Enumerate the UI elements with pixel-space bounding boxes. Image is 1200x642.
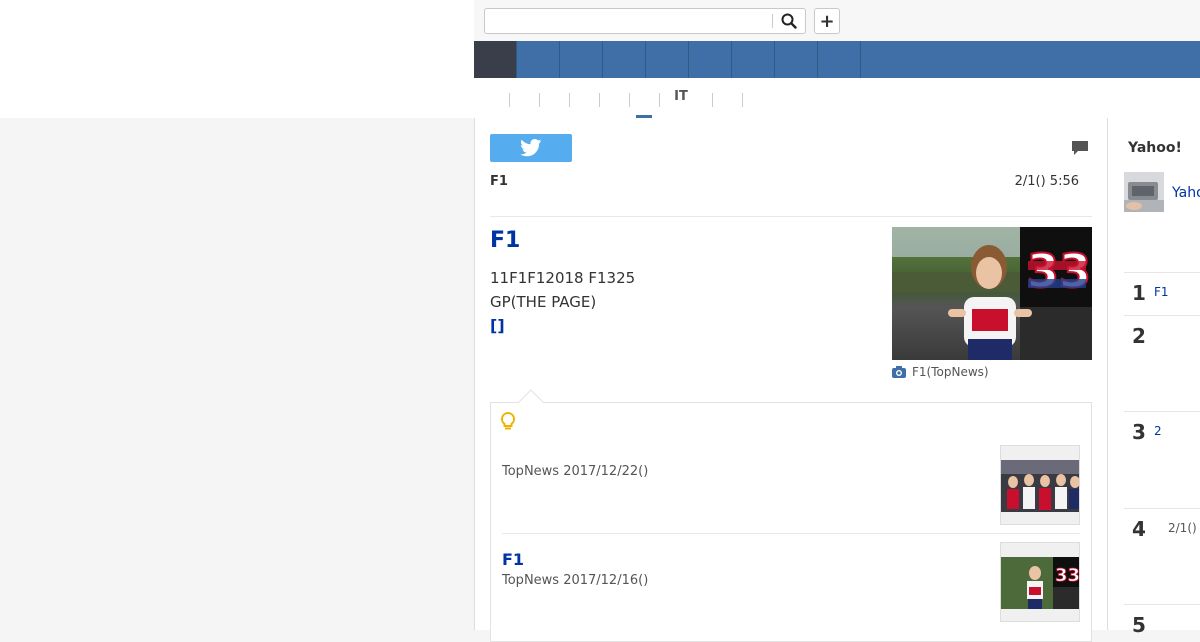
article-summary-line: GP(THE PAGE) [490,293,597,311]
rank-title[interactable]: 2 [1154,424,1162,438]
subnav-divider [569,93,570,107]
subnav-divider [539,93,540,107]
comment-icon [1072,141,1088,155]
related-meta: TopNews 2017/12/22() [502,464,649,479]
nav-item-7[interactable] [732,41,775,78]
ranking-item[interactable]: 5 [1124,604,1200,637]
article-source[interactable]: F1 [490,174,508,189]
search-icon [781,13,797,29]
plus-icon: + [819,10,835,32]
photo-caption: F1(TopNews) [892,365,989,379]
related-thumbnail[interactable]: 33 [1000,542,1080,622]
svg-text:33: 33 [1055,565,1080,586]
article-date: 2/1() 5:56 [1014,174,1079,189]
thumbnail-image [1001,446,1079,524]
ranking-item[interactable]: 4 2/1() [1124,508,1200,604]
rank-number: 4 [1132,517,1146,541]
rank-number: 3 [1132,420,1146,444]
article-summary-line: 11F1F12018 F1325 [490,269,636,287]
nav-item-2[interactable] [517,41,560,78]
laptop-image [1124,172,1164,212]
caption-text: F1(TopNews) [912,365,989,379]
comment-button[interactable] [1070,138,1090,158]
subnav-divider [742,93,743,107]
article-title[interactable]: F1 [490,228,520,253]
twitter-icon [520,139,542,157]
ranking-item[interactable]: 3 2 [1124,411,1200,508]
camera-icon [892,366,906,378]
lightbulb-icon [500,411,516,430]
rank-title[interactable]: F1 [1154,285,1169,299]
article-photo[interactable]: 33 [892,227,1092,360]
nav-item-8[interactable] [775,41,818,78]
sidebar-thumbnail[interactable] [1124,172,1164,212]
nav-item-6[interactable] [689,41,732,78]
rank-number: 5 [1132,613,1146,637]
related-title[interactable]: F1 [502,550,982,569]
subnav-divider [659,93,660,107]
blank-header-area [0,0,474,118]
read-more-link[interactable]: [] [490,316,505,335]
photo-image: 33 [892,227,1092,360]
subnav-divider [712,93,713,107]
nav-item-1[interactable] [474,41,517,78]
nav-item-5[interactable] [646,41,689,78]
nav-item-3[interactable] [560,41,603,78]
category-nav [474,41,1200,78]
subnav-divider [599,93,600,107]
subnav-divider [509,93,510,107]
search-input[interactable] [484,8,806,34]
ranking-item[interactable]: 1 F1 [1124,272,1200,312]
search-button[interactable] [777,9,801,33]
divider [490,216,1092,217]
svg-text:33: 33 [1027,244,1091,298]
subnav-item-it[interactable]: IT [664,89,698,109]
thumbnail-image: 33 [1001,543,1080,621]
related-item[interactable]: F1 TopNews 2017/12/16() [502,550,982,588]
sub-nav [474,78,1200,119]
related-thumbnail[interactable] [1000,445,1080,525]
subnav-divider [629,93,630,107]
rank-number: 2 [1132,324,1146,348]
search-divider [772,14,773,28]
divider [502,533,1080,534]
related-meta: TopNews 2017/12/16() [502,573,649,588]
related-header [500,411,516,432]
nav-item-4[interactable] [603,41,646,78]
sidebar-link[interactable]: Yaho [1172,185,1200,201]
rank-number: 1 [1132,281,1146,305]
article-summary: 11F1F12018 F1325 GP(THE PAGE) [490,266,870,314]
rank-title[interactable]: 2/1() [1168,521,1197,535]
ranking-item[interactable]: 2 [1124,315,1200,411]
sidebar-title: Yahoo! [1128,140,1182,156]
add-button[interactable]: + [814,8,840,34]
nav-item-9[interactable] [818,41,861,78]
related-item[interactable]: TopNews 2017/12/22() [502,452,982,479]
tweet-button[interactable] [490,134,572,162]
